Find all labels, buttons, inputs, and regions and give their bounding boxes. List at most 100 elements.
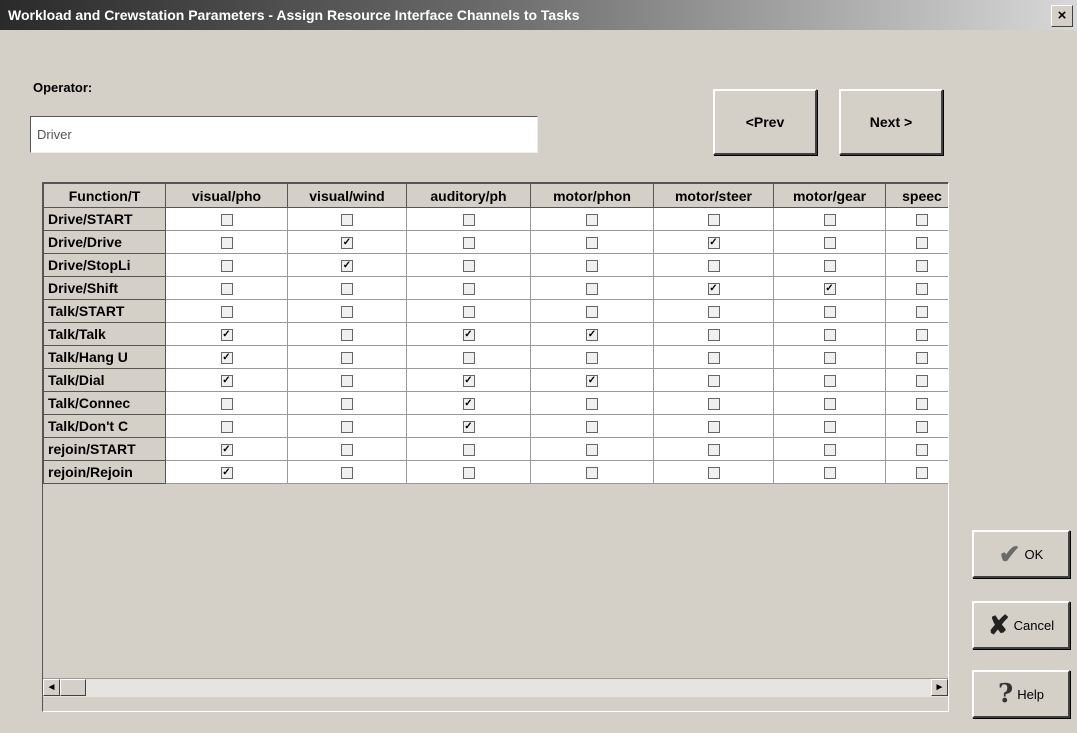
- channel-checkbox[interactable]: [707, 467, 720, 480]
- column-header[interactable]: motor/phon: [530, 183, 654, 208]
- channel-checkbox[interactable]: [586, 214, 598, 227]
- channel-checkbox[interactable]: [586, 467, 598, 480]
- channel-checkbox[interactable]: ✓: [462, 421, 475, 434]
- channel-checkbox[interactable]: [916, 214, 928, 227]
- channel-checkbox[interactable]: [916, 306, 928, 319]
- cancel-button[interactable]: ✘ Cancel: [972, 601, 1070, 649]
- channel-checkbox[interactable]: [916, 352, 928, 365]
- column-header[interactable]: auditory/ph: [406, 183, 531, 208]
- channel-checkbox[interactable]: [586, 444, 598, 457]
- channel-checkbox[interactable]: [823, 306, 836, 319]
- column-header[interactable]: visual/pho: [165, 183, 288, 208]
- channel-checkbox[interactable]: [823, 352, 836, 365]
- channel-checkbox[interactable]: [341, 398, 353, 411]
- channel-checkbox[interactable]: [462, 467, 475, 480]
- channel-checkbox[interactable]: [220, 421, 233, 434]
- channel-checkbox[interactable]: [823, 398, 836, 411]
- channel-checkbox[interactable]: ✓: [586, 375, 598, 388]
- channel-checkbox[interactable]: [586, 237, 598, 250]
- channel-checkbox[interactable]: ✓: [462, 329, 475, 342]
- channel-checkbox[interactable]: [220, 214, 233, 227]
- channel-checkbox[interactable]: [462, 214, 475, 227]
- channel-checkbox[interactable]: [916, 375, 928, 388]
- channel-checkbox[interactable]: ✓: [462, 398, 475, 411]
- channel-checkbox[interactable]: ✓: [586, 329, 598, 342]
- channel-checkbox[interactable]: [586, 352, 598, 365]
- channel-checkbox[interactable]: [462, 444, 475, 457]
- channel-checkbox[interactable]: [220, 237, 233, 250]
- channel-checkbox[interactable]: [707, 306, 720, 319]
- channel-checkbox[interactable]: [586, 421, 598, 434]
- channel-checkbox[interactable]: [586, 283, 598, 296]
- channel-checkbox[interactable]: [916, 398, 928, 411]
- scroll-right-button[interactable]: ►: [931, 679, 948, 696]
- operator-field[interactable]: [30, 116, 538, 153]
- channel-checkbox[interactable]: [341, 329, 353, 342]
- channel-checkbox[interactable]: [916, 467, 928, 480]
- channel-checkbox[interactable]: [341, 306, 353, 319]
- channel-checkbox[interactable]: [341, 352, 353, 365]
- channel-checkbox[interactable]: [823, 467, 836, 480]
- channel-checkbox[interactable]: [916, 283, 928, 296]
- channel-checkbox[interactable]: [586, 260, 598, 273]
- channel-checkbox[interactable]: [220, 306, 233, 319]
- channel-checkbox[interactable]: [707, 421, 720, 434]
- channel-checkbox[interactable]: [462, 352, 475, 365]
- help-button[interactable]: ? Help: [972, 670, 1070, 718]
- channel-checkbox[interactable]: [707, 375, 720, 388]
- channel-checkbox[interactable]: [341, 375, 353, 388]
- channel-checkbox[interactable]: ✓: [341, 260, 353, 273]
- channel-checkbox[interactable]: ✓: [220, 444, 233, 457]
- channel-checkbox[interactable]: ✓: [823, 283, 836, 296]
- channel-checkbox[interactable]: [341, 467, 353, 480]
- column-header[interactable]: motor/steer: [653, 183, 774, 208]
- column-header[interactable]: speec: [885, 183, 948, 208]
- column-header[interactable]: visual/wind: [287, 183, 407, 208]
- channel-checkbox[interactable]: [707, 352, 720, 365]
- channel-checkbox[interactable]: [341, 444, 353, 457]
- column-header[interactable]: Function/T: [43, 183, 166, 208]
- channel-checkbox[interactable]: [916, 444, 928, 457]
- channel-checkbox[interactable]: ✓: [220, 329, 233, 342]
- channel-checkbox[interactable]: [916, 421, 928, 434]
- channel-checkbox[interactable]: [823, 421, 836, 434]
- channel-checkbox[interactable]: [462, 260, 475, 273]
- channel-checkbox[interactable]: [341, 214, 353, 227]
- channel-checkbox[interactable]: ✓: [220, 375, 233, 388]
- channel-checkbox[interactable]: [341, 283, 353, 296]
- channel-checkbox[interactable]: [823, 444, 836, 457]
- channel-checkbox[interactable]: [220, 398, 233, 411]
- channel-checkbox[interactable]: ✓: [220, 467, 233, 480]
- channel-checkbox[interactable]: [707, 329, 720, 342]
- channel-checkbox[interactable]: [220, 260, 233, 273]
- channel-checkbox[interactable]: [462, 283, 475, 296]
- channel-checkbox[interactable]: [916, 237, 928, 250]
- channel-checkbox[interactable]: [823, 260, 836, 273]
- horizontal-scrollbar[interactable]: ◄ ►: [43, 678, 948, 697]
- channel-checkbox[interactable]: [823, 214, 836, 227]
- channel-checkbox[interactable]: [916, 329, 928, 342]
- channel-checkbox[interactable]: [916, 260, 928, 273]
- prev-button[interactable]: <Prev: [713, 89, 817, 155]
- channel-checkbox[interactable]: [823, 237, 836, 250]
- channel-checkbox[interactable]: [823, 329, 836, 342]
- channel-checkbox[interactable]: [586, 306, 598, 319]
- channel-checkbox[interactable]: [707, 260, 720, 273]
- channel-checkbox[interactable]: ✓: [341, 237, 353, 250]
- channel-checkbox[interactable]: [462, 237, 475, 250]
- channel-checkbox[interactable]: [341, 421, 353, 434]
- channel-checkbox[interactable]: [462, 306, 475, 319]
- scroll-thumb[interactable]: [60, 679, 86, 696]
- ok-button[interactable]: ✔ OK: [972, 530, 1070, 578]
- scroll-left-button[interactable]: ◄: [43, 679, 60, 696]
- channel-checkbox[interactable]: [823, 375, 836, 388]
- channel-checkbox[interactable]: ✓: [462, 375, 475, 388]
- column-header[interactable]: motor/gear: [773, 183, 886, 208]
- channel-checkbox[interactable]: ✓: [707, 237, 720, 250]
- channel-checkbox[interactable]: ✓: [707, 283, 720, 296]
- next-button[interactable]: Next >: [839, 89, 943, 155]
- channel-checkbox[interactable]: [220, 283, 233, 296]
- channel-checkbox[interactable]: [707, 444, 720, 457]
- channel-checkbox[interactable]: [586, 398, 598, 411]
- channel-checkbox[interactable]: [707, 214, 720, 227]
